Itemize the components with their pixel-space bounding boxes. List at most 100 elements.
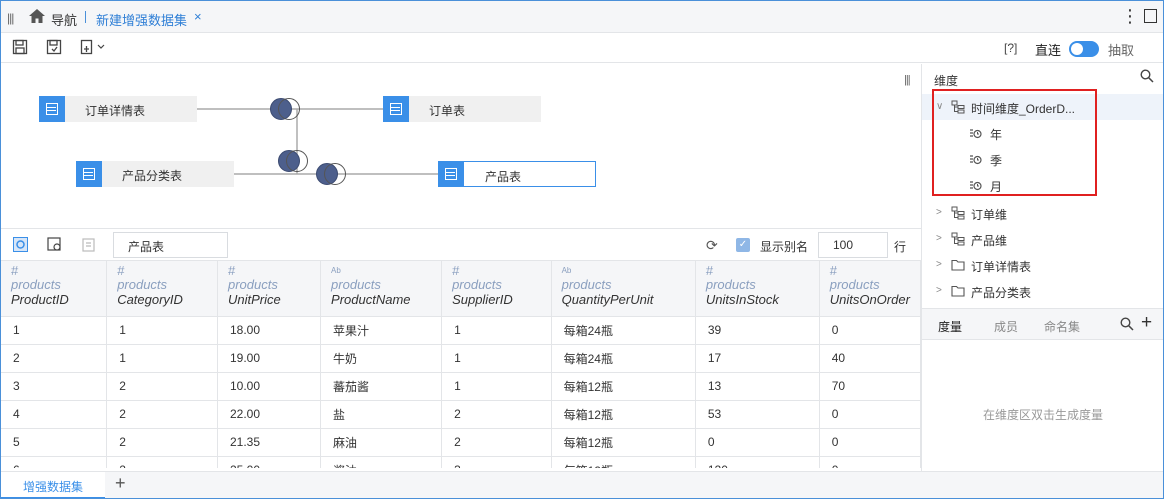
table-node[interactable]: 订单详情表 [39, 96, 197, 122]
row-count-input[interactable]: 100 [818, 232, 888, 258]
column-header[interactable]: # products UnitsInStock [695, 261, 820, 317]
sheet-tab[interactable]: 增强数据集 [1, 472, 105, 498]
tab-measures[interactable]: 度量 [938, 318, 962, 335]
direct-mode-label: 直连 [1035, 43, 1062, 58]
table-cell: 19.00 [217, 344, 322, 373]
refresh-icon[interactable]: ⟳ [706, 237, 718, 254]
table-cell: 1 [441, 316, 552, 345]
table-cell: 1 [441, 372, 552, 401]
tree-item-product-category[interactable]: > 产品分类表 [922, 278, 1163, 304]
table-cell: 牛奶 [320, 344, 443, 373]
save-as-icon[interactable] [46, 39, 62, 55]
tree-item-label: 订单详情表 [971, 260, 1032, 274]
table-row[interactable]: 4 2 22.00 盐 2 每箱12瓶 53 0 [1, 400, 921, 429]
help-button[interactable]: [?] [1004, 41, 1017, 55]
mode-toggle[interactable] [1069, 41, 1099, 57]
table-cell: 苹果汁 [320, 316, 443, 345]
table-row[interactable]: 1 1 18.00 苹果汁 1 每箱24瓶 39 0 [1, 316, 921, 345]
add-sheet-button[interactable]: + [115, 473, 126, 494]
string-type-icon: Ab [331, 266, 341, 275]
table-cell: 每箱12瓶 [551, 372, 696, 401]
table-name-input[interactable]: 产品表 [113, 232, 228, 258]
table-cell: 2 [106, 456, 218, 468]
table-cell: 2 [1, 344, 108, 373]
search-icon[interactable] [1120, 317, 1134, 331]
column-header[interactable]: # products SupplierID [441, 261, 552, 317]
app-window: ||| 导航 新建增强数据集 × ⋮ [?] 直连 抽取 ||| 订单详情表 订… [0, 0, 1164, 499]
column-header[interactable]: Ab products QuantityPerUnit [551, 261, 696, 317]
table-cell: 2 [106, 428, 218, 457]
chevron-right-icon[interactable]: > [936, 207, 942, 218]
numeric-type-icon: # [117, 263, 125, 278]
export-dropdown-icon[interactable] [80, 39, 108, 55]
tab-named-sets[interactable]: 命名集 [1044, 318, 1080, 335]
tree-item-order-dimension[interactable]: > 订单维 [922, 200, 1163, 226]
table-cell: 70 [819, 372, 921, 401]
tab-bar: ||| 导航 新建增强数据集 × ⋮ [1, 1, 1163, 33]
table-node[interactable]: 产品分类表 [76, 161, 234, 187]
numeric-type-icon: # [452, 263, 460, 278]
maximize-icon[interactable] [1144, 9, 1157, 23]
folder-icon [951, 285, 965, 297]
table-node-label: 订单详情表 [85, 104, 146, 118]
relation-canvas[interactable]: ||| 订单详情表 订单表 产品分类表 产品表 [1, 64, 921, 229]
field-settings-icon[interactable] [47, 237, 62, 252]
chevron-right-icon[interactable]: > [936, 259, 942, 270]
table-cell: 0 [819, 316, 921, 345]
row-unit-label: 行 [894, 240, 907, 254]
tree-item-order-details[interactable]: > 订单详情表 [922, 252, 1163, 278]
show-alias-checkbox[interactable]: ✓ [736, 238, 750, 252]
table-icon [383, 96, 409, 122]
join-icon[interactable] [278, 150, 308, 172]
extract-mode-label: 抽取 [1108, 43, 1135, 58]
column-header[interactable]: Ab products ProductName [320, 261, 443, 317]
table-cell: 1 [106, 344, 218, 373]
table-cell: 22.00 [217, 400, 322, 429]
table-cell: 25.00 [217, 456, 322, 468]
close-tab-icon[interactable]: × [194, 9, 202, 24]
save-icon[interactable] [12, 39, 28, 55]
table-cell: 1 [1, 316, 108, 345]
table-row[interactable]: 3 2 10.00 蕃茄酱 1 每箱12瓶 13 70 [1, 372, 921, 401]
add-measure-button[interactable]: + [1141, 312, 1152, 334]
join-icon[interactable] [316, 163, 346, 185]
table-node[interactable]: 订单表 [383, 96, 541, 122]
table-row[interactable]: 5 2 21.35 麻油 2 每箱12瓶 0 0 [1, 428, 921, 457]
column-header[interactable]: # products CategoryID [106, 261, 218, 317]
data-grid-toolbar: 产品表 ⟳ ✓ 显示别名 100 行 [1, 230, 921, 261]
data-view-icon[interactable] [13, 237, 28, 252]
panel-title: 维度 [934, 74, 959, 88]
column-header[interactable]: # products ProductID [1, 261, 108, 317]
table-row[interactable]: 2 1 19.00 牛奶 1 每箱24瓶 17 40 [1, 344, 921, 373]
table-cell: 21.35 [217, 428, 322, 457]
nav-tab[interactable]: 导航 [51, 10, 77, 29]
join-icon[interactable] [270, 98, 300, 120]
hierarchy-icon [951, 206, 965, 220]
search-icon[interactable] [1140, 69, 1154, 83]
clipboard-icon[interactable] [81, 237, 96, 252]
table-row[interactable]: 6225.00酱油3每箱12瓶1200 [1, 456, 921, 468]
column-header[interactable]: # products UnitsOnOrder [819, 261, 921, 317]
annotation-highlight-box [932, 89, 1097, 196]
active-tab[interactable]: 新建增强数据集 [96, 10, 187, 29]
table-cell: 5 [1, 428, 108, 457]
tree-item-label: 产品分类表 [971, 286, 1032, 300]
string-type-icon: Ab [561, 266, 572, 275]
menu-grip-icon[interactable]: ||| [7, 11, 14, 25]
column-header[interactable]: # products UnitPrice [217, 261, 322, 317]
table-cell: 0 [819, 428, 921, 457]
chevron-right-icon[interactable]: > [936, 233, 942, 244]
chevron-right-icon[interactable]: > [936, 285, 942, 296]
tab-members[interactable]: 成员 [994, 318, 1018, 335]
tree-item-product-dimension[interactable]: > 产品维 [922, 226, 1163, 252]
home-icon[interactable] [29, 9, 45, 23]
table-node-selected[interactable]: 产品表 [438, 161, 596, 187]
table-cell: 2 [441, 428, 552, 457]
more-vertical-icon[interactable]: ⋮ [1121, 7, 1139, 25]
folder-icon [951, 259, 965, 271]
table-cell: 3 [441, 456, 552, 468]
numeric-type-icon: # [228, 263, 236, 278]
table-cell: 6 [1, 456, 108, 468]
table-node-label: 产品表 [485, 170, 522, 184]
table-cell: 麻油 [320, 428, 443, 457]
